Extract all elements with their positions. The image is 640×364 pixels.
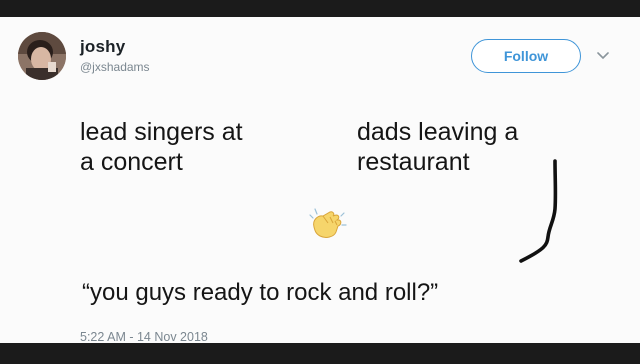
tweet-timestamp[interactable]: 5:22 AM - 14 Nov 2018 — [80, 330, 208, 344]
follow-button[interactable]: Follow — [471, 39, 581, 73]
hand-drawn-scribble — [519, 159, 558, 263]
tweet-card: joshy @jxshadams Follow lead singers at … — [0, 17, 640, 344]
right-caption-line1: dads leaving a — [357, 118, 519, 146]
left-caption-line1: lead singers at — [80, 118, 243, 146]
left-caption: lead singers at a concert — [80, 117, 320, 177]
clapping-hands-emoji — [309, 208, 347, 238]
chevron-down-icon[interactable] — [597, 50, 609, 60]
display-name[interactable]: joshy — [80, 37, 125, 57]
quote-text: “you guys ready to rock and roll?” — [82, 279, 439, 306]
left-caption-line2: a concert — [80, 148, 183, 176]
avatar[interactable] — [18, 32, 66, 80]
user-handle[interactable]: @jxshadams — [80, 60, 150, 74]
screenshot-frame: joshy @jxshadams Follow lead singers at … — [0, 0, 640, 364]
avatar-image — [18, 32, 66, 80]
